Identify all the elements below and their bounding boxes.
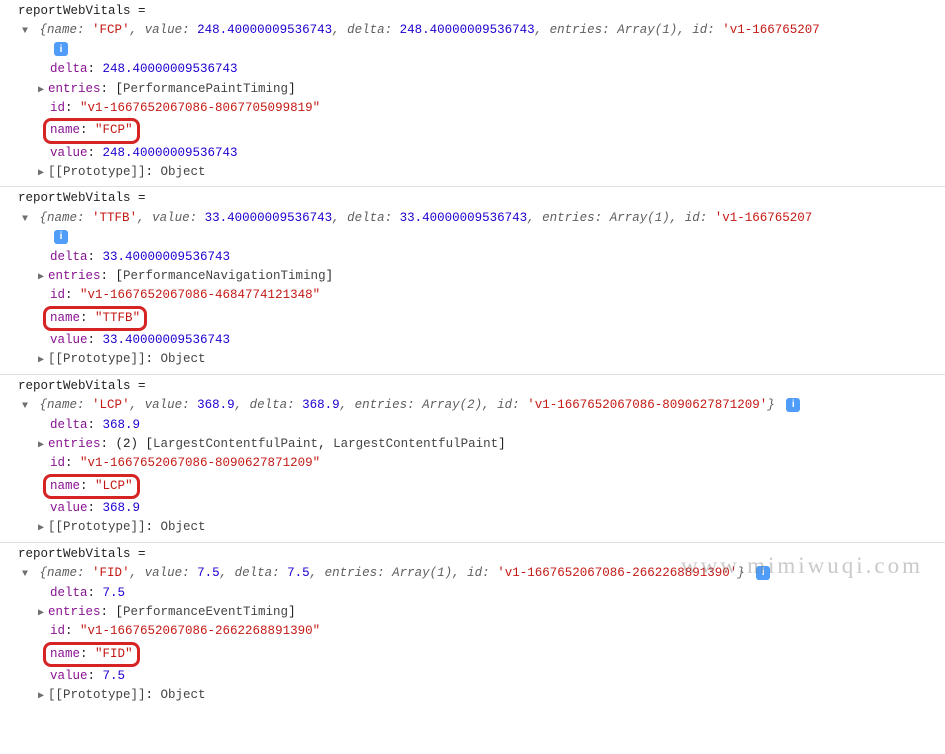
func: reportWebVitals [18, 379, 131, 393]
info-icon[interactable]: i [54, 230, 68, 244]
prop-prototype[interactable]: ▶[[Prototype]]: Object [0, 518, 945, 537]
prop-id: id: "v1-1667652067086-8067705099819" [0, 99, 945, 118]
prop-name: name: "LCP" [0, 474, 945, 499]
func: reportWebVitals [18, 4, 131, 18]
log-entry: reportWebVitals = ▼ {name: 'LCP', value:… [0, 375, 945, 543]
prop-entries[interactable]: ▶entries: [PerformanceNavigationTiming] [0, 267, 945, 286]
prop-delta: delta: 33.40000009536743 [0, 248, 945, 267]
prop-prototype[interactable]: ▶[[Prototype]]: Object [0, 163, 945, 182]
prop-name: name: "TTFB" [0, 306, 945, 331]
expand-arrow-icon[interactable]: ▶ [36, 353, 46, 369]
func-line: reportWebVitals = [0, 545, 945, 564]
log-entry: reportWebVitals = ▼ {name: 'FCP', value:… [0, 0, 945, 187]
object-summary[interactable]: ▼ {name: 'FID', value: 7.5, delta: 7.5, … [0, 564, 945, 583]
prop-entries[interactable]: ▶entries: [PerformancePaintTiming] [0, 80, 945, 99]
info-icon[interactable]: i [756, 566, 770, 580]
expand-arrow-icon[interactable]: ▶ [36, 689, 46, 705]
object-summary[interactable]: ▼ {name: 'LCP', value: 368.9, delta: 368… [0, 396, 945, 415]
expand-arrow-icon[interactable]: ▼ [20, 399, 30, 415]
prop-value: value: 33.40000009536743 [0, 331, 945, 350]
expand-arrow-icon[interactable]: ▶ [36, 438, 46, 454]
info-icon[interactable]: i [54, 42, 68, 56]
func-line: reportWebVitals = [0, 377, 945, 396]
expand-arrow-icon[interactable]: ▶ [36, 606, 46, 622]
info-line: i [0, 41, 945, 60]
prop-value: value: 368.9 [0, 499, 945, 518]
expand-arrow-icon[interactable]: ▼ [20, 24, 30, 40]
prop-name: name: "FCP" [0, 118, 945, 143]
object-summary[interactable]: ▼ {name: 'TTFB', value: 33.4000000953674… [0, 209, 945, 228]
prop-prototype[interactable]: ▶[[Prototype]]: Object [0, 350, 945, 369]
prop-id: id: "v1-1667652067086-8090627871209" [0, 454, 945, 473]
prop-id: id: "v1-1667652067086-4684774121348" [0, 286, 945, 305]
func-line: reportWebVitals = [0, 189, 945, 208]
object-summary[interactable]: ▼ {name: 'FCP', value: 248.4000000953674… [0, 21, 945, 40]
prop-prototype[interactable]: ▶[[Prototype]]: Object [0, 686, 945, 705]
prop-delta: delta: 248.40000009536743 [0, 60, 945, 79]
expand-arrow-icon[interactable]: ▶ [36, 83, 46, 99]
log-entry: reportWebVitals = ▼ {name: 'TTFB', value… [0, 187, 945, 374]
expand-arrow-icon[interactable]: ▶ [36, 521, 46, 537]
info-icon[interactable]: i [786, 398, 800, 412]
prop-value: value: 248.40000009536743 [0, 144, 945, 163]
info-line: i [0, 228, 945, 247]
expand-arrow-icon[interactable]: ▼ [20, 212, 30, 228]
prop-delta: delta: 368.9 [0, 416, 945, 435]
expand-arrow-icon[interactable]: ▶ [36, 270, 46, 286]
prop-entries[interactable]: ▶entries: [PerformanceEventTiming] [0, 603, 945, 622]
func-line: reportWebVitals = [0, 2, 945, 21]
expand-arrow-icon[interactable]: ▶ [36, 166, 46, 182]
prop-value: value: 7.5 [0, 667, 945, 686]
func: reportWebVitals [18, 547, 131, 561]
func: reportWebVitals [18, 191, 131, 205]
prop-id: id: "v1-1667652067086-2662268891390" [0, 622, 945, 641]
prop-delta: delta: 7.5 [0, 584, 945, 603]
prop-name: name: "FID" [0, 642, 945, 667]
expand-arrow-icon[interactable]: ▼ [20, 567, 30, 583]
prop-entries[interactable]: ▶entries: (2) [LargestContentfulPaint, L… [0, 435, 945, 454]
log-entry: reportWebVitals = ▼ {name: 'FID', value:… [0, 543, 945, 710]
